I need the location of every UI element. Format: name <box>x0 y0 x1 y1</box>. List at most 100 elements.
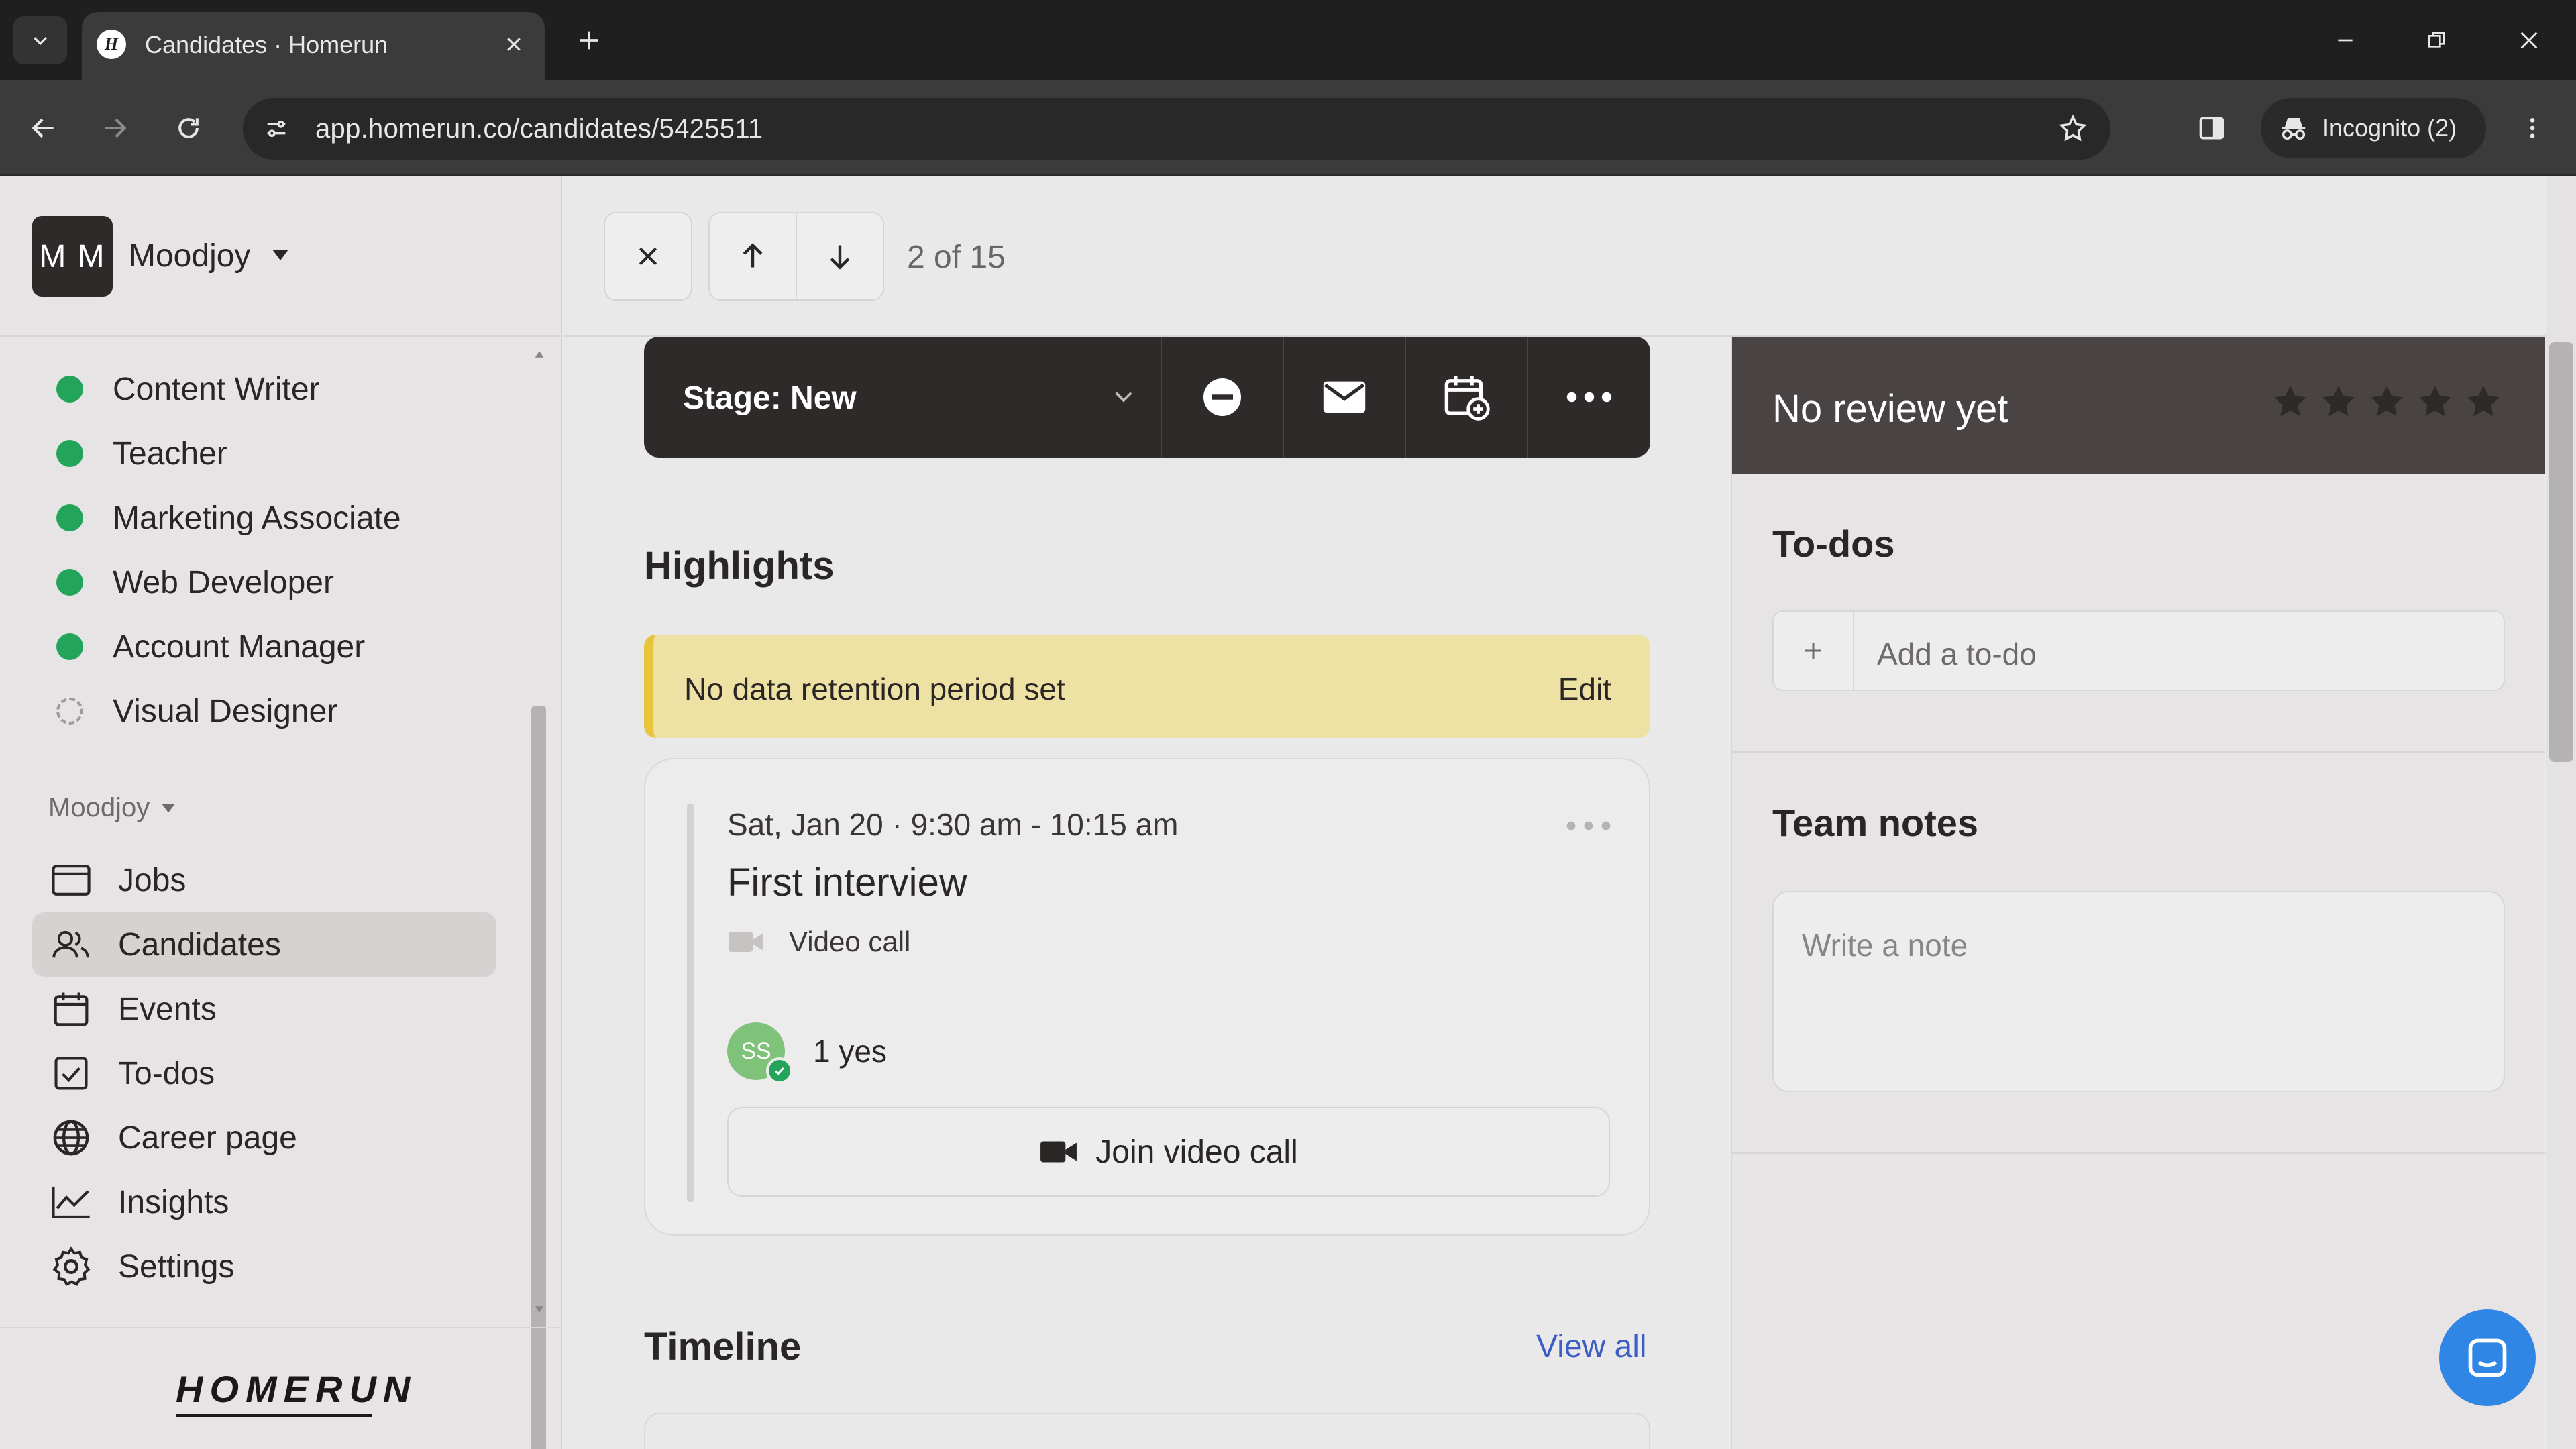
scroll-down-arrow-icon[interactable] <box>534 1304 545 1315</box>
restore-icon <box>2428 32 2445 48</box>
page-scrollbar-thumb[interactable] <box>2549 342 2573 762</box>
browser-tab-active[interactable]: H Candidates · Homerun <box>82 12 545 80</box>
star-icon[interactable] <box>2270 382 2310 423</box>
arrow-left-icon <box>32 118 54 138</box>
sidebar-footer: HOMERUN <box>0 1327 561 1449</box>
caret-down-icon <box>162 804 175 812</box>
star-icon[interactable] <box>2463 382 2504 423</box>
homerun-logo[interactable]: HOMERUN <box>176 1367 417 1411</box>
window-minimize-button[interactable] <box>2324 19 2367 62</box>
sidebar-item-insights[interactable]: Insights <box>32 1170 496 1234</box>
join-label: Join video call <box>1095 1134 1298 1170</box>
window-restore-button[interactable] <box>2415 19 2458 62</box>
scroll-up-arrow-icon[interactable] <box>534 349 545 360</box>
mail-icon <box>1323 381 1366 413</box>
video-camera-icon <box>1040 1141 1077 1163</box>
close-candidate-button[interactable] <box>604 212 692 301</box>
sidebar-item-candidates[interactable]: Candidates <box>32 912 496 977</box>
url-text: app.homerun.co/candidates/5425511 <box>315 114 763 144</box>
event-more-icon[interactable] <box>1564 820 1613 832</box>
check-badge-icon <box>766 1057 793 1084</box>
browser-menu-button[interactable] <box>2509 105 2556 152</box>
star-icon[interactable] <box>2318 382 2359 423</box>
incognito-indicator[interactable]: Incognito (2) <box>2261 98 2486 158</box>
window-close-button[interactable] <box>2508 19 2551 62</box>
retention-edit-button[interactable]: Edit <box>1558 671 1611 707</box>
todos-heading: To-dos <box>1772 523 1895 565</box>
back-button[interactable] <box>19 103 68 153</box>
timeline-heading: Timeline <box>644 1325 802 1368</box>
sidebar-job-teacher[interactable]: Teacher <box>56 427 227 480</box>
sidebar-job-web-developer[interactable]: Web Developer <box>56 555 334 609</box>
sidebar-job-account-manager[interactable]: Account Manager <box>56 620 365 674</box>
job-label: Teacher <box>113 435 227 472</box>
job-status-dot <box>56 633 83 660</box>
workspace-section-toggle[interactable]: Moodjoy <box>48 793 176 823</box>
schedule-event-button[interactable] <box>1406 337 1528 458</box>
nav-label: Candidates <box>118 926 281 963</box>
sidebar-job-marketing-associate[interactable]: Marketing Associate <box>56 491 401 545</box>
new-tab-button[interactable] <box>569 20 609 60</box>
star-icon[interactable] <box>2367 382 2407 423</box>
bookmark-button[interactable] <box>2054 110 2092 148</box>
globe-icon <box>51 1118 91 1158</box>
job-label: Visual Designer <box>113 693 338 729</box>
disqualify-button[interactable] <box>1162 337 1284 458</box>
jobs-icon <box>51 860 91 900</box>
job-status-dot <box>56 504 83 531</box>
tab-close-button[interactable] <box>496 27 531 62</box>
nav-label: Insights <box>118 1184 229 1220</box>
todo-placeholder: Add a to-do <box>1877 637 2037 672</box>
chat-icon <box>2468 1338 2507 1377</box>
workspace-switcher[interactable]: M M Moodjoy <box>0 176 561 337</box>
browser-toolbar: app.homerun.co/candidates/5425511 Incogn… <box>0 80 2576 176</box>
sidebar-item-settings[interactable]: Settings <box>32 1234 496 1299</box>
close-icon <box>639 247 657 266</box>
sidebar-item-todos[interactable]: To-dos <box>32 1041 496 1106</box>
star-icon[interactable] <box>2415 382 2455 423</box>
job-status-dot <box>56 440 83 467</box>
reload-button[interactable] <box>164 103 213 153</box>
star-rating[interactable] <box>2270 382 2512 423</box>
calendar-add-icon <box>1444 376 1490 421</box>
sidebar-item-jobs[interactable]: Jobs <box>32 848 496 912</box>
email-candidate-button[interactable] <box>1284 337 1406 458</box>
event-type-label: Video call <box>789 926 911 957</box>
timeline-view-all-link[interactable]: View all <box>1536 1328 1647 1365</box>
sidebar-item-events[interactable]: Events <box>32 977 496 1041</box>
job-label: Account Manager <box>113 629 366 665</box>
more-actions-button[interactable] <box>1528 337 1650 458</box>
address-bar[interactable]: app.homerun.co/candidates/5425511 <box>243 98 2110 160</box>
chevron-down-icon <box>34 37 47 46</box>
chart-icon <box>51 1182 91 1222</box>
chat-launcher-button[interactable] <box>2439 1309 2536 1406</box>
join-video-call-button[interactable]: Join video call <box>727 1107 1610 1197</box>
stage-dropdown[interactable]: Stage: New <box>644 337 1162 458</box>
plus-icon <box>1805 643 1821 659</box>
gear-icon <box>51 1246 91 1287</box>
candidate-sidepanel: No review yet To-dos Add a to-do Team no… <box>1731 337 2545 1449</box>
tab-search-button[interactable] <box>13 16 67 64</box>
job-status-dot <box>56 569 83 596</box>
more-vertical-icon <box>2530 118 2535 138</box>
side-panel-button[interactable] <box>2188 105 2235 152</box>
arrow-up-icon <box>743 243 763 268</box>
sidebar-job-visual-designer[interactable]: Visual Designer <box>56 684 337 738</box>
add-todo-field[interactable]: Add a to-do <box>1772 610 2505 691</box>
event-accent-bar <box>687 804 694 1202</box>
team-note-input[interactable]: Write a note <box>1772 891 2505 1092</box>
event-votes: 1 yes <box>813 1034 887 1069</box>
sidebar-job-content-writer[interactable]: Content Writer <box>56 362 320 416</box>
site-info-icon[interactable] <box>259 111 294 146</box>
caret-down-icon <box>272 250 288 260</box>
previous-candidate-button[interactable] <box>708 212 797 301</box>
forward-button[interactable] <box>90 103 140 153</box>
nav-label: Career page <box>118 1120 297 1156</box>
job-label: Content Writer <box>113 371 320 407</box>
add-todo-button[interactable] <box>1774 612 1854 690</box>
star-outline-icon <box>2059 114 2087 142</box>
checkbox-icon <box>51 1053 91 1093</box>
sidebar-item-career-page[interactable]: Career page <box>32 1106 496 1170</box>
next-candidate-button[interactable] <box>796 212 884 301</box>
incognito-label: Incognito (2) <box>2322 114 2457 142</box>
